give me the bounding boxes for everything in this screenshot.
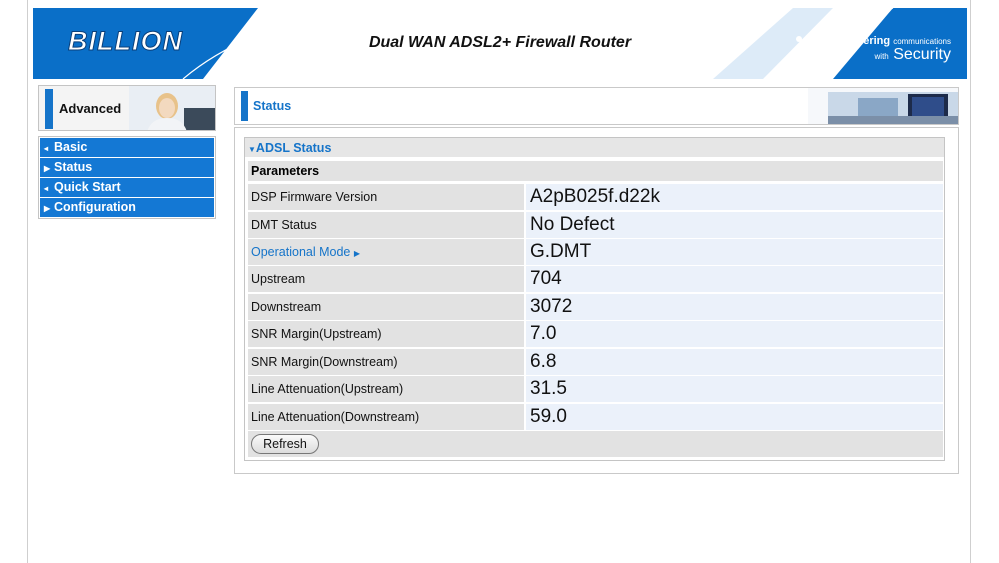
- row-value: 6.8: [526, 349, 943, 375]
- table-row: SNR Margin(Downstream) 6.8: [248, 349, 943, 375]
- section-title: ▼ADSL Status: [245, 138, 944, 157]
- sidebar-item-configuration[interactable]: ▶ Configuration: [40, 198, 214, 217]
- refresh-button[interactable]: Refresh: [251, 434, 319, 454]
- row-label: Line Attenuation(Upstream): [248, 376, 524, 402]
- small-arrow-icon: ◂: [44, 144, 49, 153]
- section-title-label: ADSL Status: [255, 141, 332, 155]
- triangle-right-icon: ▶: [44, 204, 51, 213]
- table-row: Upstream 704: [248, 266, 943, 292]
- page-title: Status: [253, 99, 292, 113]
- operational-mode-link[interactable]: Operational Mode ▶: [248, 239, 524, 265]
- button-row: Refresh: [248, 431, 943, 457]
- advanced-label: Advanced: [59, 101, 122, 116]
- row-value: 59.0: [526, 404, 943, 430]
- row-label: DSP Firmware Version: [248, 184, 524, 210]
- status-accent-bar: [241, 91, 248, 121]
- parameters-header: Parameters: [248, 161, 943, 181]
- row-label: Line Attenuation(Downstream): [248, 404, 524, 430]
- sidebar-item-label: Status: [54, 160, 93, 174]
- row-label: SNR Margin(Downstream): [248, 349, 524, 375]
- tagline-powering: Powering: [840, 35, 891, 47]
- sidebar-item-quick-start[interactable]: ◂ Quick Start: [40, 178, 214, 197]
- row-value: 704: [526, 266, 943, 292]
- sidebar-menu: ◂ Basic ▶ Status ◂ Quick Start ▶ Configurati…: [38, 136, 216, 219]
- table-row: Operational Mode ▶ G.DMT: [248, 239, 943, 265]
- row-label: Operational Mode: [251, 245, 351, 259]
- table-row: Line Attenuation(Upstream) 31.5: [248, 376, 943, 402]
- row-label: SNR Margin(Upstream): [248, 321, 524, 347]
- row-value: 3072: [526, 294, 943, 320]
- advanced-mode-box: Advanced: [38, 85, 216, 131]
- row-value: No Defect: [526, 212, 943, 238]
- triangle-right-icon: ▶: [353, 249, 361, 258]
- sidebar-item-label: Configuration: [54, 200, 136, 214]
- row-value: 7.0: [526, 321, 943, 347]
- tagline-security: Security: [893, 46, 951, 63]
- row-label: Upstream: [248, 266, 524, 292]
- row-value: G.DMT: [526, 239, 943, 265]
- advanced-accent-bar: [45, 89, 53, 129]
- row-label: Downstream: [248, 294, 524, 320]
- triangle-right-icon: ▶: [44, 164, 51, 173]
- table-row: DMT Status No Defect: [248, 212, 943, 238]
- office-photo-icon: [808, 88, 958, 124]
- sidebar-item-basic[interactable]: ◂ Basic: [40, 138, 214, 157]
- table-row: Downstream 3072: [248, 294, 943, 320]
- triangle-down-icon: ▼: [248, 145, 256, 154]
- adsl-status-panel: ▼ADSL Status Parameters DSP Firmware Ver…: [244, 137, 945, 461]
- row-value: A2pB025f.d22k: [526, 184, 943, 210]
- row-label: DMT Status: [248, 212, 524, 238]
- table-row: SNR Margin(Upstream) 7.0: [248, 321, 943, 347]
- row-value: 31.5: [526, 376, 943, 402]
- status-header: Status: [234, 87, 959, 125]
- woman-photo-icon: [129, 86, 215, 130]
- table-row: DSP Firmware Version A2pB025f.d22k: [248, 184, 943, 210]
- sidebar-item-status[interactable]: ▶ Status: [40, 158, 214, 177]
- sidebar-item-label: Basic: [54, 140, 88, 154]
- small-arrow-icon: ◂: [44, 184, 49, 193]
- security-tagline: Powering communications with Security: [841, 35, 951, 63]
- header-banner: BILLION Dual WAN ADSL2+ Firewall Router …: [33, 8, 967, 79]
- content-box: ▼ADSL Status Parameters DSP Firmware Ver…: [234, 127, 959, 474]
- tagline-with: with: [874, 52, 889, 61]
- table-row: Line Attenuation(Downstream) 59.0: [248, 404, 943, 430]
- sidebar-item-label: Quick Start: [54, 180, 121, 194]
- tagline-communications: communications: [893, 37, 951, 46]
- router-title: Dual WAN ADSL2+ Firewall Router: [368, 34, 632, 51]
